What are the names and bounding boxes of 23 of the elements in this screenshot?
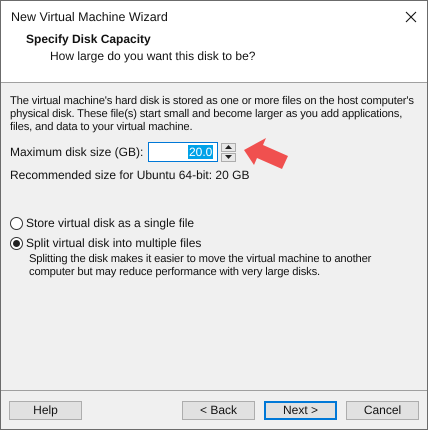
radio-option[interactable]: Store virtual disk as a single file (10, 213, 417, 233)
page-heading: Specify Disk Capacity (26, 32, 152, 46)
dialog-button[interactable]: < Back (182, 400, 255, 420)
down-caret-icon (225, 155, 232, 159)
radio-button[interactable] (10, 236, 23, 250)
up-caret-icon (225, 145, 232, 149)
radio-button[interactable] (10, 216, 23, 230)
option-label: Split virtual disk into multiple files (26, 236, 202, 250)
option-note: Splitting the disk makes it easier to move the virtual machine to another computer but may reduce performance with very large disks. (28, 253, 372, 279)
option-label: Store virtual disk as a single file (26, 216, 194, 230)
window-title: New Virtual Machine Wizard (11, 10, 168, 24)
radio-option[interactable]: Split virtual disk into multiple files (10, 233, 417, 253)
dialog-button[interactable]: Help (9, 400, 82, 420)
dialog-button[interactable]: Next > (264, 400, 337, 420)
dialog-button[interactable]: Cancel (346, 400, 419, 420)
page-subtitle: How large do you want this disk to be? (49, 49, 256, 63)
spin-down-button[interactable] (221, 152, 236, 162)
field-value: 20.0 (188, 145, 214, 159)
spin-up-button[interactable] (221, 142, 236, 152)
field-label: Maximum disk size (GB): (10, 145, 144, 159)
description-text: The virtual machine's hard disk is stored as one or more files on the host computer's physical disk. These file(s) start small and become larger as you add applications, files, and data to your virtual machine. (10, 95, 415, 134)
close-icon[interactable] (405, 10, 417, 22)
recommendation-text: Recommended size for Ubuntu 64-bit: 20 GB (10, 168, 250, 182)
